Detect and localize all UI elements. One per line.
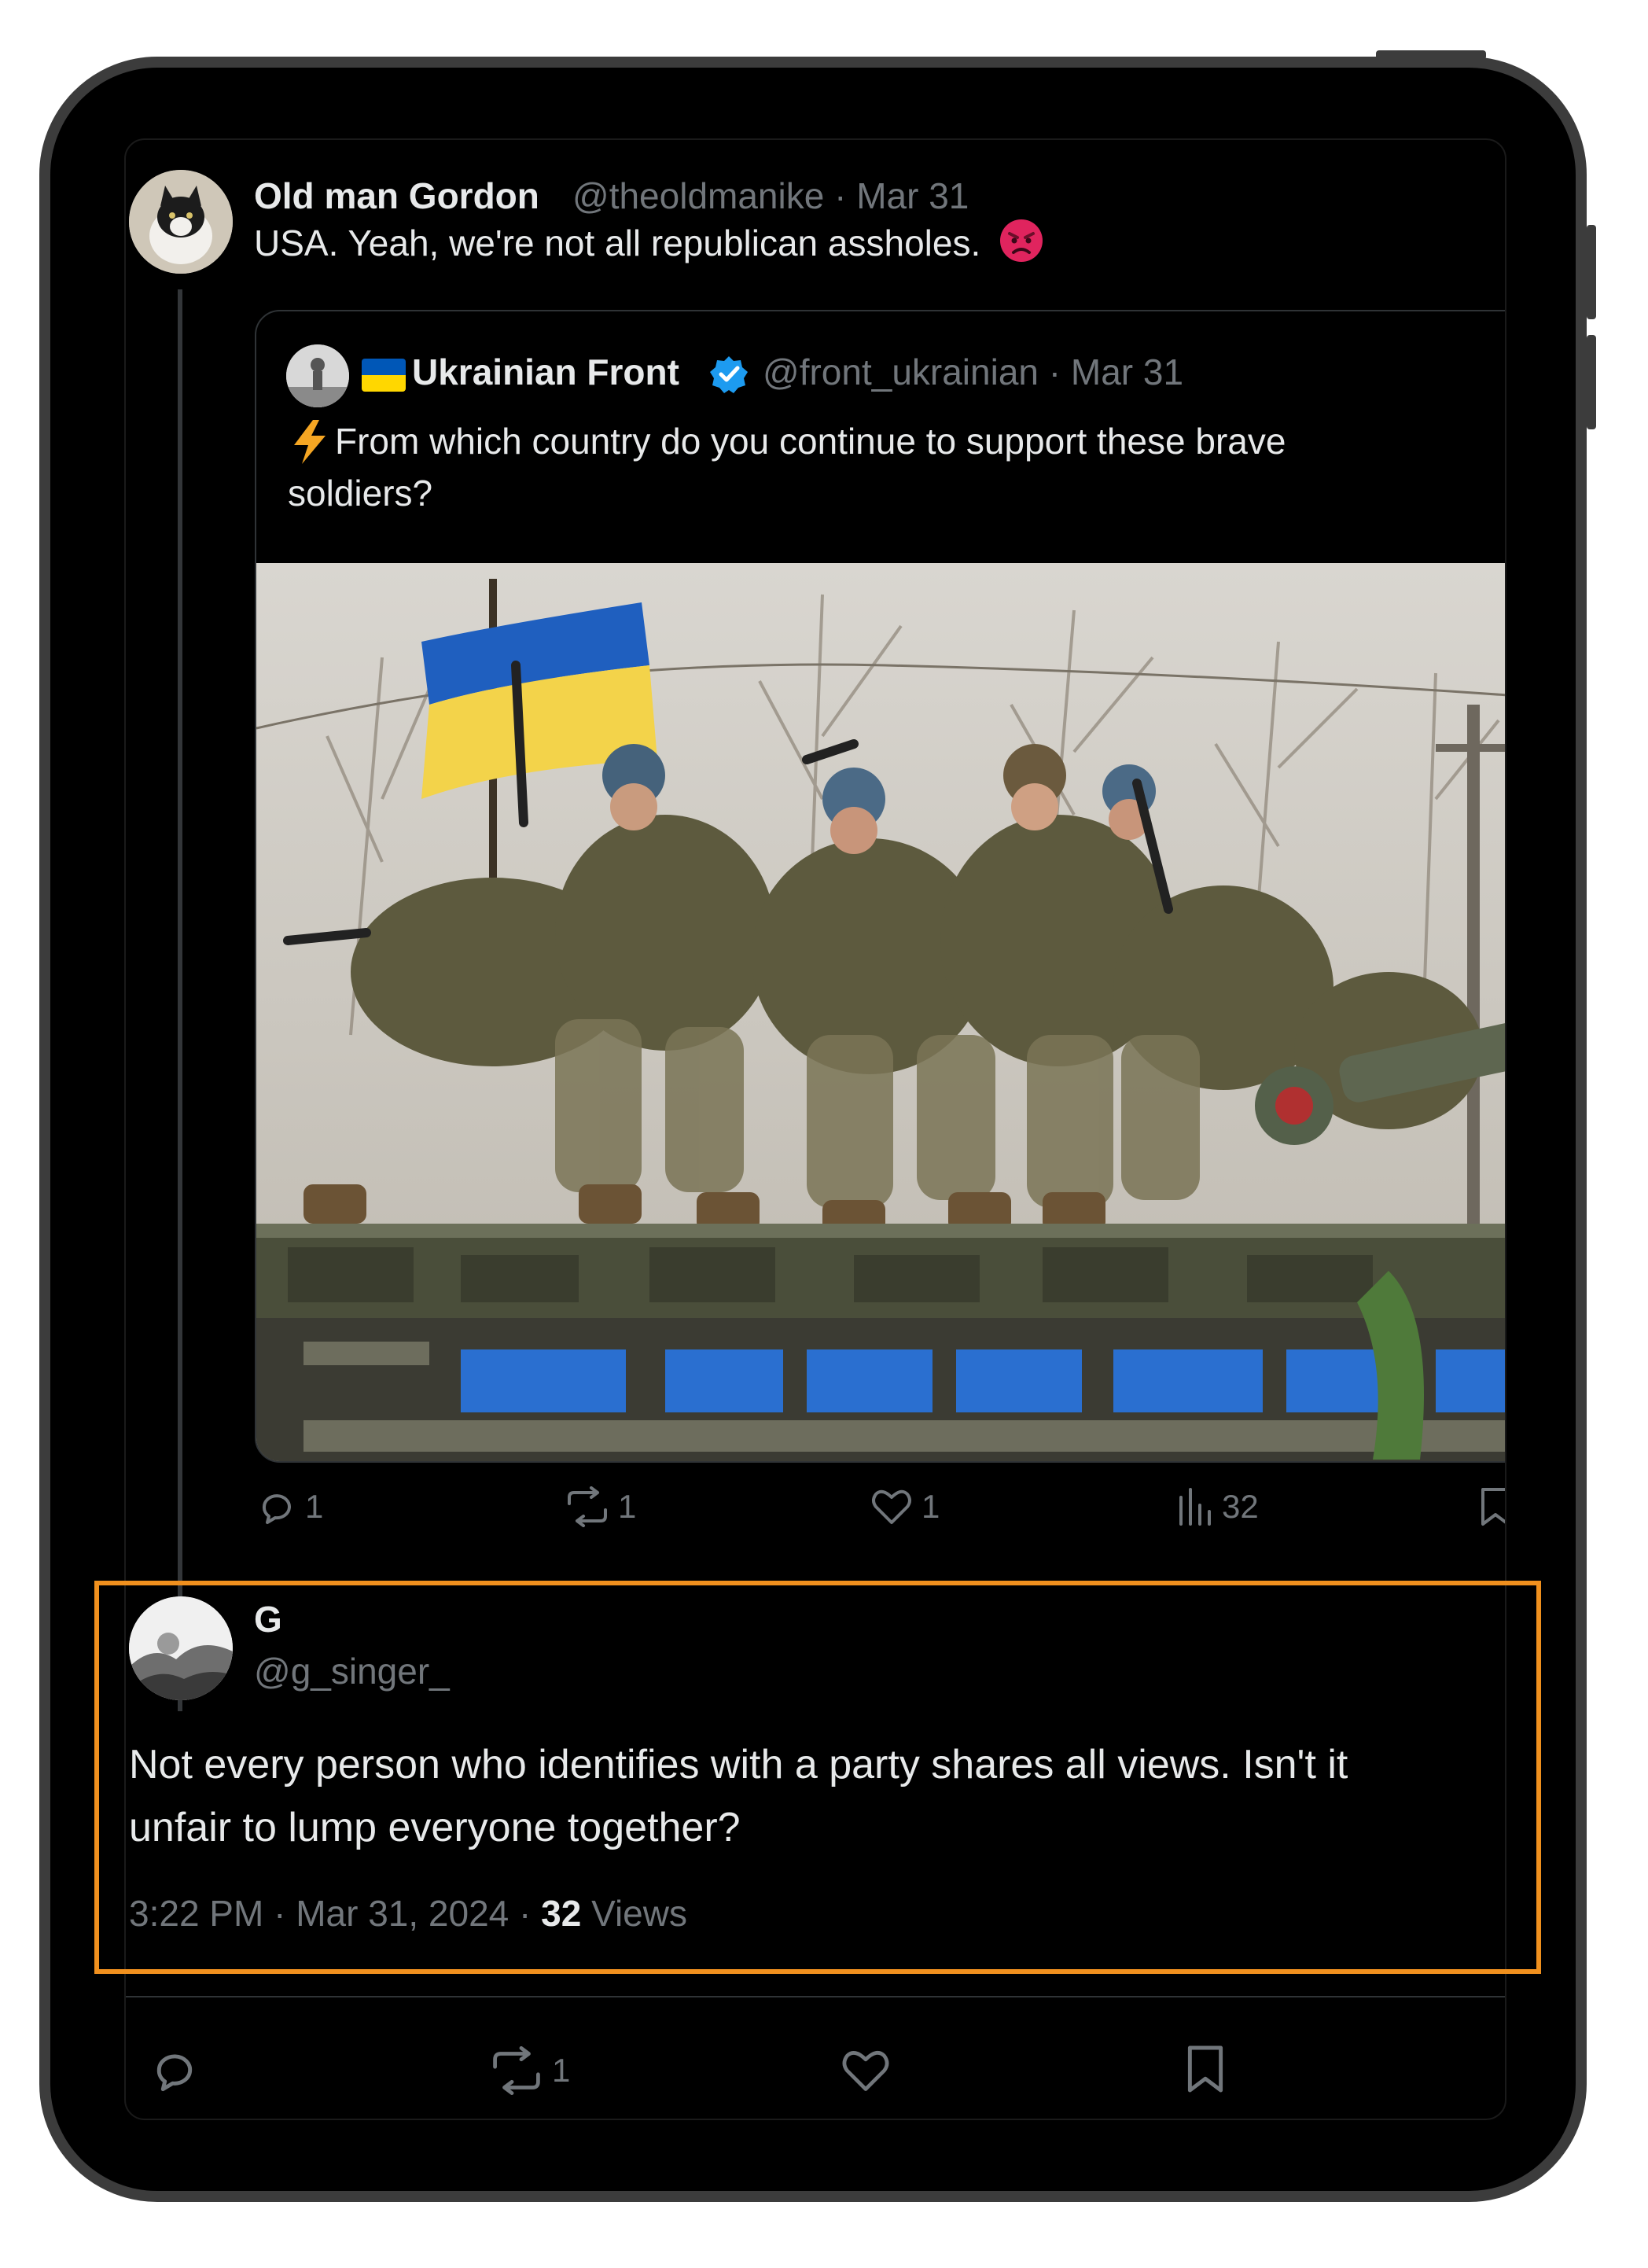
angry-face-icon bbox=[999, 218, 1044, 277]
views-count: 32 bbox=[1222, 1488, 1259, 1525]
repost-count: 1 bbox=[618, 1488, 637, 1525]
bookmark-button[interactable] bbox=[1478, 1486, 1505, 1527]
tweet-photo[interactable] bbox=[256, 563, 1505, 1461]
quoted-author-name[interactable]: Ukrainian Front bbox=[412, 351, 679, 393]
like-button[interactable]: 1 bbox=[870, 1486, 940, 1527]
quoted-text-line: From which country do you continue to su… bbox=[335, 421, 1286, 462]
quoted-author-handle-date[interactable]: @front_ukrainian · Mar 31 bbox=[763, 351, 1183, 393]
thread-connector-line bbox=[178, 289, 182, 1711]
reply-button[interactable] bbox=[149, 2045, 200, 2095]
divider bbox=[126, 1996, 1505, 1997]
like-count: 1 bbox=[921, 1488, 940, 1525]
repost-icon bbox=[563, 1486, 612, 1527]
like-button[interactable] bbox=[840, 2046, 892, 2095]
avatar[interactable] bbox=[286, 344, 349, 407]
tweet-text: USA. Yeah, we're not all republican assh… bbox=[254, 217, 1044, 277]
reply-icon bbox=[256, 1486, 297, 1527]
bookmark-button[interactable] bbox=[1184, 2043, 1227, 2095]
verified-badge-icon bbox=[708, 354, 749, 399]
bookmark-icon bbox=[1478, 1486, 1505, 1527]
highlight-box bbox=[94, 1581, 1541, 1974]
views-button[interactable]: 32 bbox=[1176, 1486, 1259, 1527]
heart-icon bbox=[870, 1486, 914, 1527]
quoted-tweet-text-line2: soldiers? bbox=[288, 473, 433, 514]
reply-count: 1 bbox=[305, 1488, 324, 1525]
lightning-icon bbox=[288, 418, 332, 469]
author-handle-date[interactable]: @theoldmanike · Mar 31 bbox=[572, 175, 969, 217]
reply-button[interactable]: 1 bbox=[256, 1486, 323, 1527]
heart-icon bbox=[840, 2046, 892, 2095]
quoted-tweet-card[interactable]: Ukrainian Front @front_ukrainian · Mar 3… bbox=[255, 310, 1505, 1463]
analytics-icon bbox=[1176, 1486, 1212, 1527]
tweet-text-content: USA. Yeah, we're not all republican assh… bbox=[254, 223, 981, 263]
author-name[interactable]: Old man Gordon bbox=[254, 175, 539, 217]
repost-count: 1 bbox=[552, 2052, 571, 2089]
quoted-tweet-text: From which country do you continue to su… bbox=[335, 415, 1286, 467]
device-volume-up-button bbox=[1587, 225, 1596, 319]
avatar[interactable] bbox=[129, 170, 233, 274]
ukraine-flag-icon bbox=[362, 359, 406, 392]
repost-button[interactable]: 1 bbox=[563, 1486, 636, 1527]
repost-button[interactable]: 1 bbox=[487, 2046, 570, 2095]
bookmark-icon bbox=[1184, 2043, 1227, 2095]
repost-icon bbox=[487, 2046, 546, 2095]
reply-icon bbox=[149, 2045, 200, 2095]
device-volume-down-button bbox=[1587, 335, 1596, 429]
